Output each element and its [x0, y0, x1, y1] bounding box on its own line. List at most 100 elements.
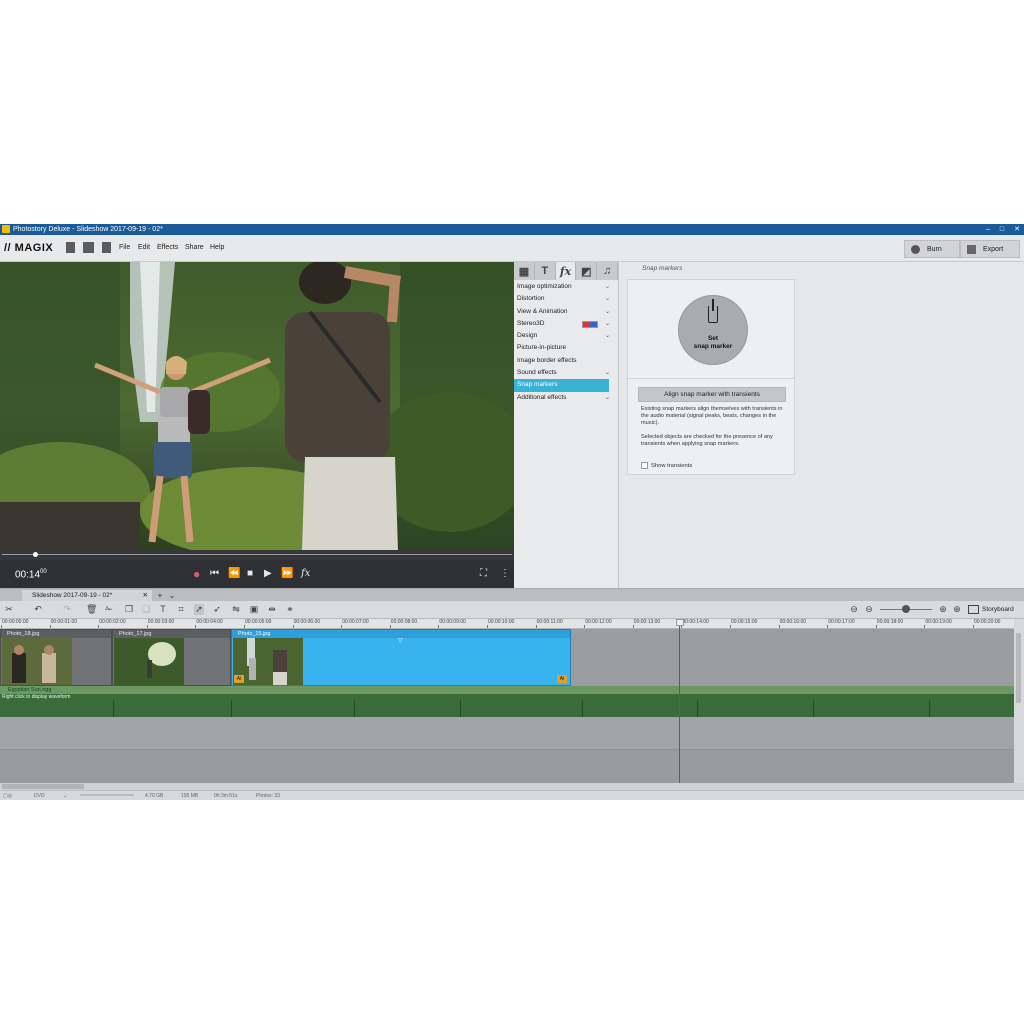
- menu-help[interactable]: Help: [210, 244, 224, 251]
- link-icon[interactable]: ⚭: [285, 604, 295, 615]
- effect-snap-markers[interactable]: Snap markers: [514, 379, 609, 392]
- vertical-scrollbar[interactable]: [1014, 619, 1024, 783]
- record-icon[interactable]: ●: [193, 568, 200, 580]
- skip-start-icon[interactable]: ⏮: [210, 568, 219, 580]
- playhead-handle[interactable]: [676, 619, 684, 626]
- audio-segment-divider: [113, 700, 114, 717]
- preview-monitor[interactable]: [0, 262, 514, 550]
- zoom-minus-icon[interactable]: ⊖: [849, 604, 859, 615]
- playhead[interactable]: [679, 619, 680, 783]
- effect-sound-effects[interactable]: Sound effects ⌄: [514, 367, 618, 379]
- divider: [628, 378, 794, 379]
- undo-icon[interactable]: ↶: [33, 604, 43, 615]
- ruler-tick: 00:00:14:00: [681, 619, 709, 628]
- preview-scrubber[interactable]: [0, 550, 514, 560]
- audio-segment-divider: [929, 700, 930, 717]
- ripple-icon[interactable]: ⇹: [267, 604, 277, 615]
- fast-forward-icon[interactable]: ⏩: [281, 568, 293, 580]
- burn-button[interactable]: Burn: [904, 240, 960, 258]
- menu-effects[interactable]: Effects: [157, 244, 178, 251]
- close-button[interactable]: ✕: [1014, 224, 1020, 235]
- effect-stereo3d[interactable]: Stereo3D ⌄: [514, 318, 618, 330]
- tab-titles[interactable]: T: [534, 262, 556, 280]
- crop-icon[interactable]: ⌗: [176, 604, 186, 615]
- effect-picture-in-picture[interactable]: Picture-in-picture: [514, 342, 618, 354]
- show-transients-row[interactable]: Show transients: [641, 462, 692, 469]
- snap-marker-label: snap marker: [693, 343, 733, 350]
- menu-share[interactable]: Share: [185, 244, 204, 251]
- preview-photo: [0, 262, 514, 550]
- effect-image-border[interactable]: Image border effects: [514, 355, 618, 367]
- stop-icon[interactable]: ■: [247, 568, 253, 580]
- scissors-icon[interactable]: ✂: [4, 604, 14, 615]
- multi-select-icon[interactable]: ➶: [212, 604, 222, 615]
- redo-icon[interactable]: ↷: [62, 604, 72, 615]
- scrollbar-thumb[interactable]: [2, 784, 84, 789]
- tab-effects[interactable]: fx: [555, 262, 577, 280]
- ruler-tick: 00:00:11:00: [535, 619, 563, 628]
- cut-icon[interactable]: ✁: [104, 604, 114, 615]
- chevron-down-icon: ⌄: [604, 320, 610, 327]
- effect-additional-effects[interactable]: Additional effects ⌄: [514, 392, 618, 404]
- timeline-ruler[interactable]: 00:00:00:00 00:00:01:00 00:00:02:00 00:00:0…: [0, 619, 1014, 629]
- disc-format[interactable]: DVD: [34, 793, 45, 799]
- open-folder-icon[interactable]: [83, 242, 94, 253]
- storyboard-button[interactable]: Storyboard: [968, 603, 1014, 616]
- clip-photo-18[interactable]: Photo_18.jpg: [0, 629, 112, 686]
- zoom-slider-handle[interactable]: [902, 605, 910, 613]
- zoom-fit-icon[interactable]: ⊕: [952, 604, 962, 615]
- effect-image-optimization[interactable]: Image optimization ⌄: [514, 281, 618, 293]
- maximize-button[interactable]: □: [1000, 224, 1004, 235]
- tab-audio[interactable]: ♫: [597, 262, 618, 280]
- add-tab-icon[interactable]: +: [154, 590, 166, 601]
- clip-photo-15[interactable]: Photo_15.jpg Ai Ai ▽: [231, 629, 571, 686]
- delete-icon[interactable]: 🗑: [86, 604, 97, 615]
- menu-edit[interactable]: Edit: [138, 244, 150, 251]
- effect-design[interactable]: Design ⌄: [514, 330, 618, 342]
- snap-markers-box: Set snap marker Align snap marker with t…: [627, 279, 795, 475]
- split-icon[interactable]: ⇋: [231, 604, 241, 615]
- effect-view-animation[interactable]: View & Animation ⌄: [514, 306, 618, 318]
- text-icon[interactable]: T: [158, 604, 168, 615]
- fx-icon[interactable]: fx: [301, 568, 310, 580]
- zoom-in-icon[interactable]: ⊕: [938, 604, 948, 615]
- export-button[interactable]: Export: [960, 240, 1020, 258]
- ruler-tick: 00:00:18:00: [875, 619, 904, 628]
- tab-templates[interactable]: ▦: [514, 262, 535, 280]
- scrollbar-thumb[interactable]: [1016, 633, 1021, 703]
- paste-icon[interactable]: ❏: [141, 604, 151, 615]
- zoom-out-icon[interactable]: ⊖: [864, 604, 874, 615]
- minimize-button[interactable]: –: [986, 224, 990, 235]
- new-file-icon[interactable]: [66, 242, 75, 253]
- scrubber-handle[interactable]: [33, 552, 38, 557]
- empty-track[interactable]: [0, 750, 1014, 783]
- ruler-tick: 00:00:02:00: [98, 619, 126, 628]
- chevron-down-icon[interactable]: ⌄: [166, 590, 178, 601]
- snap-marker-icon[interactable]: ▽: [398, 637, 403, 644]
- show-transients-checkbox[interactable]: [641, 462, 648, 469]
- fx-badge-icon: Ai: [234, 675, 244, 683]
- tab-transitions[interactable]: ◩: [576, 262, 598, 280]
- align-snap-marker-button[interactable]: Align snap marker with transients: [638, 387, 786, 402]
- play-icon[interactable]: ▶: [264, 568, 272, 580]
- group-icon[interactable]: ▣: [249, 604, 259, 615]
- set-snap-marker-button[interactable]: Set snap marker: [678, 295, 748, 365]
- horizontal-scrollbar[interactable]: [0, 783, 1024, 790]
- menu-file[interactable]: File: [119, 244, 130, 251]
- empty-track[interactable]: [0, 717, 1014, 749]
- pointer-icon[interactable]: ➚: [194, 604, 204, 615]
- chevron-down-icon: ⌄: [604, 284, 610, 290]
- app-icon: [2, 225, 10, 233]
- effect-distortion[interactable]: Distortion ⌄: [514, 293, 618, 305]
- effect-label: Picture-in-picture: [517, 344, 567, 352]
- clip-photo-17[interactable]: Photo_17.jpg: [112, 629, 231, 686]
- copy-icon[interactable]: ❐: [124, 604, 134, 615]
- save-icon[interactable]: [102, 242, 111, 253]
- 3d-glasses-icon: [582, 320, 598, 328]
- rewind-icon[interactable]: ⏪: [228, 568, 240, 580]
- audio-track[interactable]: Egyptian Sun.ogg Right click to display …: [0, 686, 1014, 717]
- clip-label: Photo_17.jpg: [113, 630, 230, 638]
- fullscreen-icon[interactable]: ⛶: [480, 568, 487, 580]
- more-options-icon[interactable]: ⋮: [500, 568, 510, 580]
- chevron-down-icon[interactable]: ⌄: [63, 793, 67, 799]
